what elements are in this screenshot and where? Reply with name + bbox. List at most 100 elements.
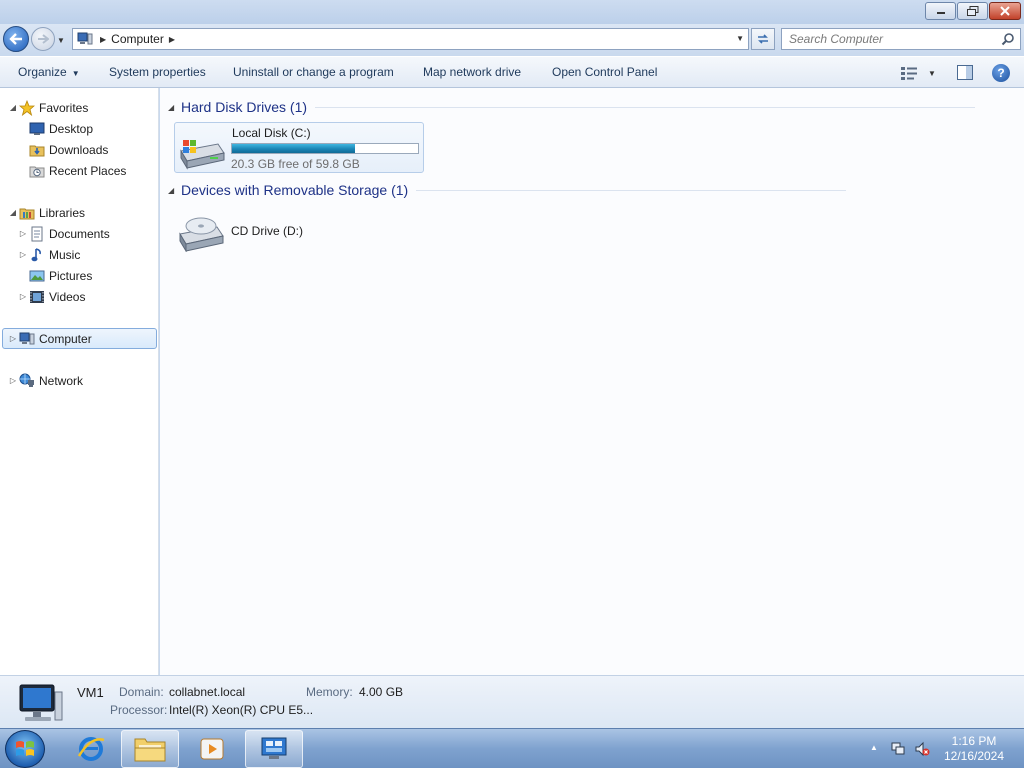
refresh-icon [758, 34, 768, 44]
help-button[interactable]: ? [992, 64, 1010, 82]
taskbar-system-app[interactable] [245, 730, 303, 768]
clock-time: 1:16 PM [951, 734, 997, 748]
group-title: Hard Disk Drives (1) [181, 99, 308, 115]
system-clock[interactable]: 1:16 PM 12/16/2024 [940, 734, 1008, 764]
address-bar[interactable]: ▶ Computer ▶ ▼ [72, 28, 749, 50]
expand-arrow-icon[interactable]: ▷ [18, 250, 28, 259]
clock-date: 12/16/2024 [943, 749, 1005, 763]
nav-item-label: Music [49, 247, 81, 262]
nav-item-desktop[interactable]: Desktop [28, 118, 93, 139]
refresh-button[interactable] [751, 28, 775, 50]
processor-value: Intel(R) Xeon(R) CPU E5... [169, 703, 314, 717]
folder-icon [134, 738, 166, 762]
computer-icon [18, 331, 36, 347]
group-header-removable-storage[interactable]: ◢ Devices with Removable Storage (1) [168, 180, 1018, 200]
preview-pane-button[interactable] [956, 64, 974, 81]
drive-free-space: 20.3 GB free of 59.8 GB [231, 157, 360, 171]
forward-button[interactable] [31, 27, 55, 51]
processor-label: Processor: [110, 703, 168, 717]
content-pane: ◢ Hard Disk Drives (1) Local Disk (C:) 2… [160, 88, 1024, 675]
drive-cd-drive-d[interactable]: CD Drive (D:) [174, 204, 334, 256]
nav-libraries[interactable]: ◢ Libraries [8, 202, 85, 223]
taskbar-media-player[interactable] [183, 730, 241, 768]
network-icon [18, 373, 36, 389]
expand-arrow-icon[interactable]: ▷ [8, 376, 18, 385]
nav-network[interactable]: ▷ Network [8, 370, 83, 391]
collapse-arrow-icon[interactable]: ◢ [8, 208, 18, 217]
map-network-drive-button[interactable]: Map network drive [423, 57, 521, 88]
search-icon[interactable] [1001, 32, 1015, 46]
group-divider [416, 189, 847, 191]
open-control-panel-button[interactable]: Open Control Panel [552, 57, 657, 88]
minimize-button[interactable] [925, 2, 956, 20]
search-input[interactable] [782, 29, 992, 49]
music-note-icon [28, 247, 46, 263]
collapse-group-icon[interactable]: ◢ [168, 103, 181, 112]
start-button[interactable] [5, 730, 45, 768]
documents-icon [28, 226, 46, 242]
nav-favorites-label: Favorites [39, 100, 89, 115]
pictures-icon [28, 268, 46, 284]
show-hidden-icons-button[interactable]: ▲ [870, 743, 878, 752]
nav-network-label: Network [39, 373, 84, 388]
star-icon [18, 99, 36, 116]
taskbar-internet-explorer[interactable] [62, 730, 120, 768]
close-button[interactable] [989, 2, 1021, 20]
change-view-button[interactable]: ▼ [900, 65, 940, 81]
collapse-arrow-icon[interactable]: ◢ [8, 103, 18, 112]
computer-name: VM1 [77, 685, 104, 700]
drive-name: CD Drive (D:) [231, 224, 303, 238]
preview-pane-icon [957, 65, 973, 80]
nav-item-label: Documents [49, 226, 110, 241]
nav-item-downloads[interactable]: Downloads [28, 139, 108, 160]
address-row: ▼ ▶ Computer ▶ ▼ [0, 24, 1024, 56]
restore-button[interactable] [957, 2, 988, 20]
hard-disk-icon [180, 140, 225, 170]
nav-item-label: Desktop [49, 121, 94, 136]
nav-item-pictures[interactable]: Pictures [18, 265, 92, 286]
domain-value: collabnet.local [169, 685, 246, 699]
expand-arrow-icon[interactable]: ▷ [18, 229, 28, 238]
nav-item-label: Videos [49, 289, 86, 304]
back-arrow-icon [9, 33, 22, 45]
recent-places-icon [28, 163, 46, 179]
recent-pages-dropdown[interactable]: ▼ [57, 36, 65, 45]
details-pane: VM1 Domain: collabnet.local Memory: 4.00… [0, 675, 1024, 728]
nav-item-label: Downloads [49, 142, 109, 157]
capacity-bar [231, 143, 419, 154]
organize-label: Organize [18, 65, 67, 79]
address-history-dropdown[interactable]: ▼ [736, 34, 744, 43]
nav-item-label: Pictures [49, 268, 93, 283]
breadcrumb-computer[interactable]: Computer [111, 32, 164, 46]
nav-item-videos[interactable]: ▷ Videos [18, 286, 86, 307]
view-chevron-down-icon[interactable]: ▼ [928, 69, 936, 78]
nav-item-documents[interactable]: ▷ Documents [18, 223, 110, 244]
breadcrumb-chevron-icon[interactable]: ▶ [169, 35, 175, 44]
group-header-hard-disk-drives[interactable]: ◢ Hard Disk Drives (1) [168, 97, 1018, 117]
monitor-app-icon [261, 737, 287, 759]
minimize-icon [936, 12, 945, 14]
drive-name: Local Disk (C:) [232, 126, 311, 140]
expand-arrow-icon[interactable]: ▷ [18, 292, 28, 301]
computer-monitor-icon [19, 684, 63, 721]
collapse-group-icon[interactable]: ◢ [168, 186, 181, 195]
expand-arrow-icon[interactable]: ▷ [8, 334, 18, 343]
search-box[interactable] [781, 28, 1021, 50]
volume-muted-icon[interactable] [914, 741, 930, 757]
network-tray-icon[interactable] [890, 741, 906, 757]
window-titlebar [0, 0, 1024, 24]
back-button[interactable] [3, 26, 29, 52]
nav-item-music[interactable]: ▷ Music [18, 244, 80, 265]
drive-local-disk-c[interactable]: Local Disk (C:) 20.3 GB free of 59.8 GB [174, 122, 424, 173]
nav-favorites[interactable]: ◢ Favorites [8, 97, 88, 118]
breadcrumb-separator-icon[interactable]: ▶ [100, 35, 106, 44]
nav-item-recent-places[interactable]: Recent Places [28, 160, 126, 181]
nav-item-label: Recent Places [49, 163, 127, 178]
computer-icon [75, 30, 95, 48]
restore-icon [966, 6, 978, 16]
nav-computer[interactable]: ▷ Computer [2, 328, 157, 349]
taskbar-windows-explorer[interactable] [121, 730, 179, 768]
organize-button[interactable]: Organize ▼ [18, 57, 80, 88]
system-properties-button[interactable]: System properties [109, 57, 206, 88]
uninstall-program-button[interactable]: Uninstall or change a program [233, 57, 394, 88]
